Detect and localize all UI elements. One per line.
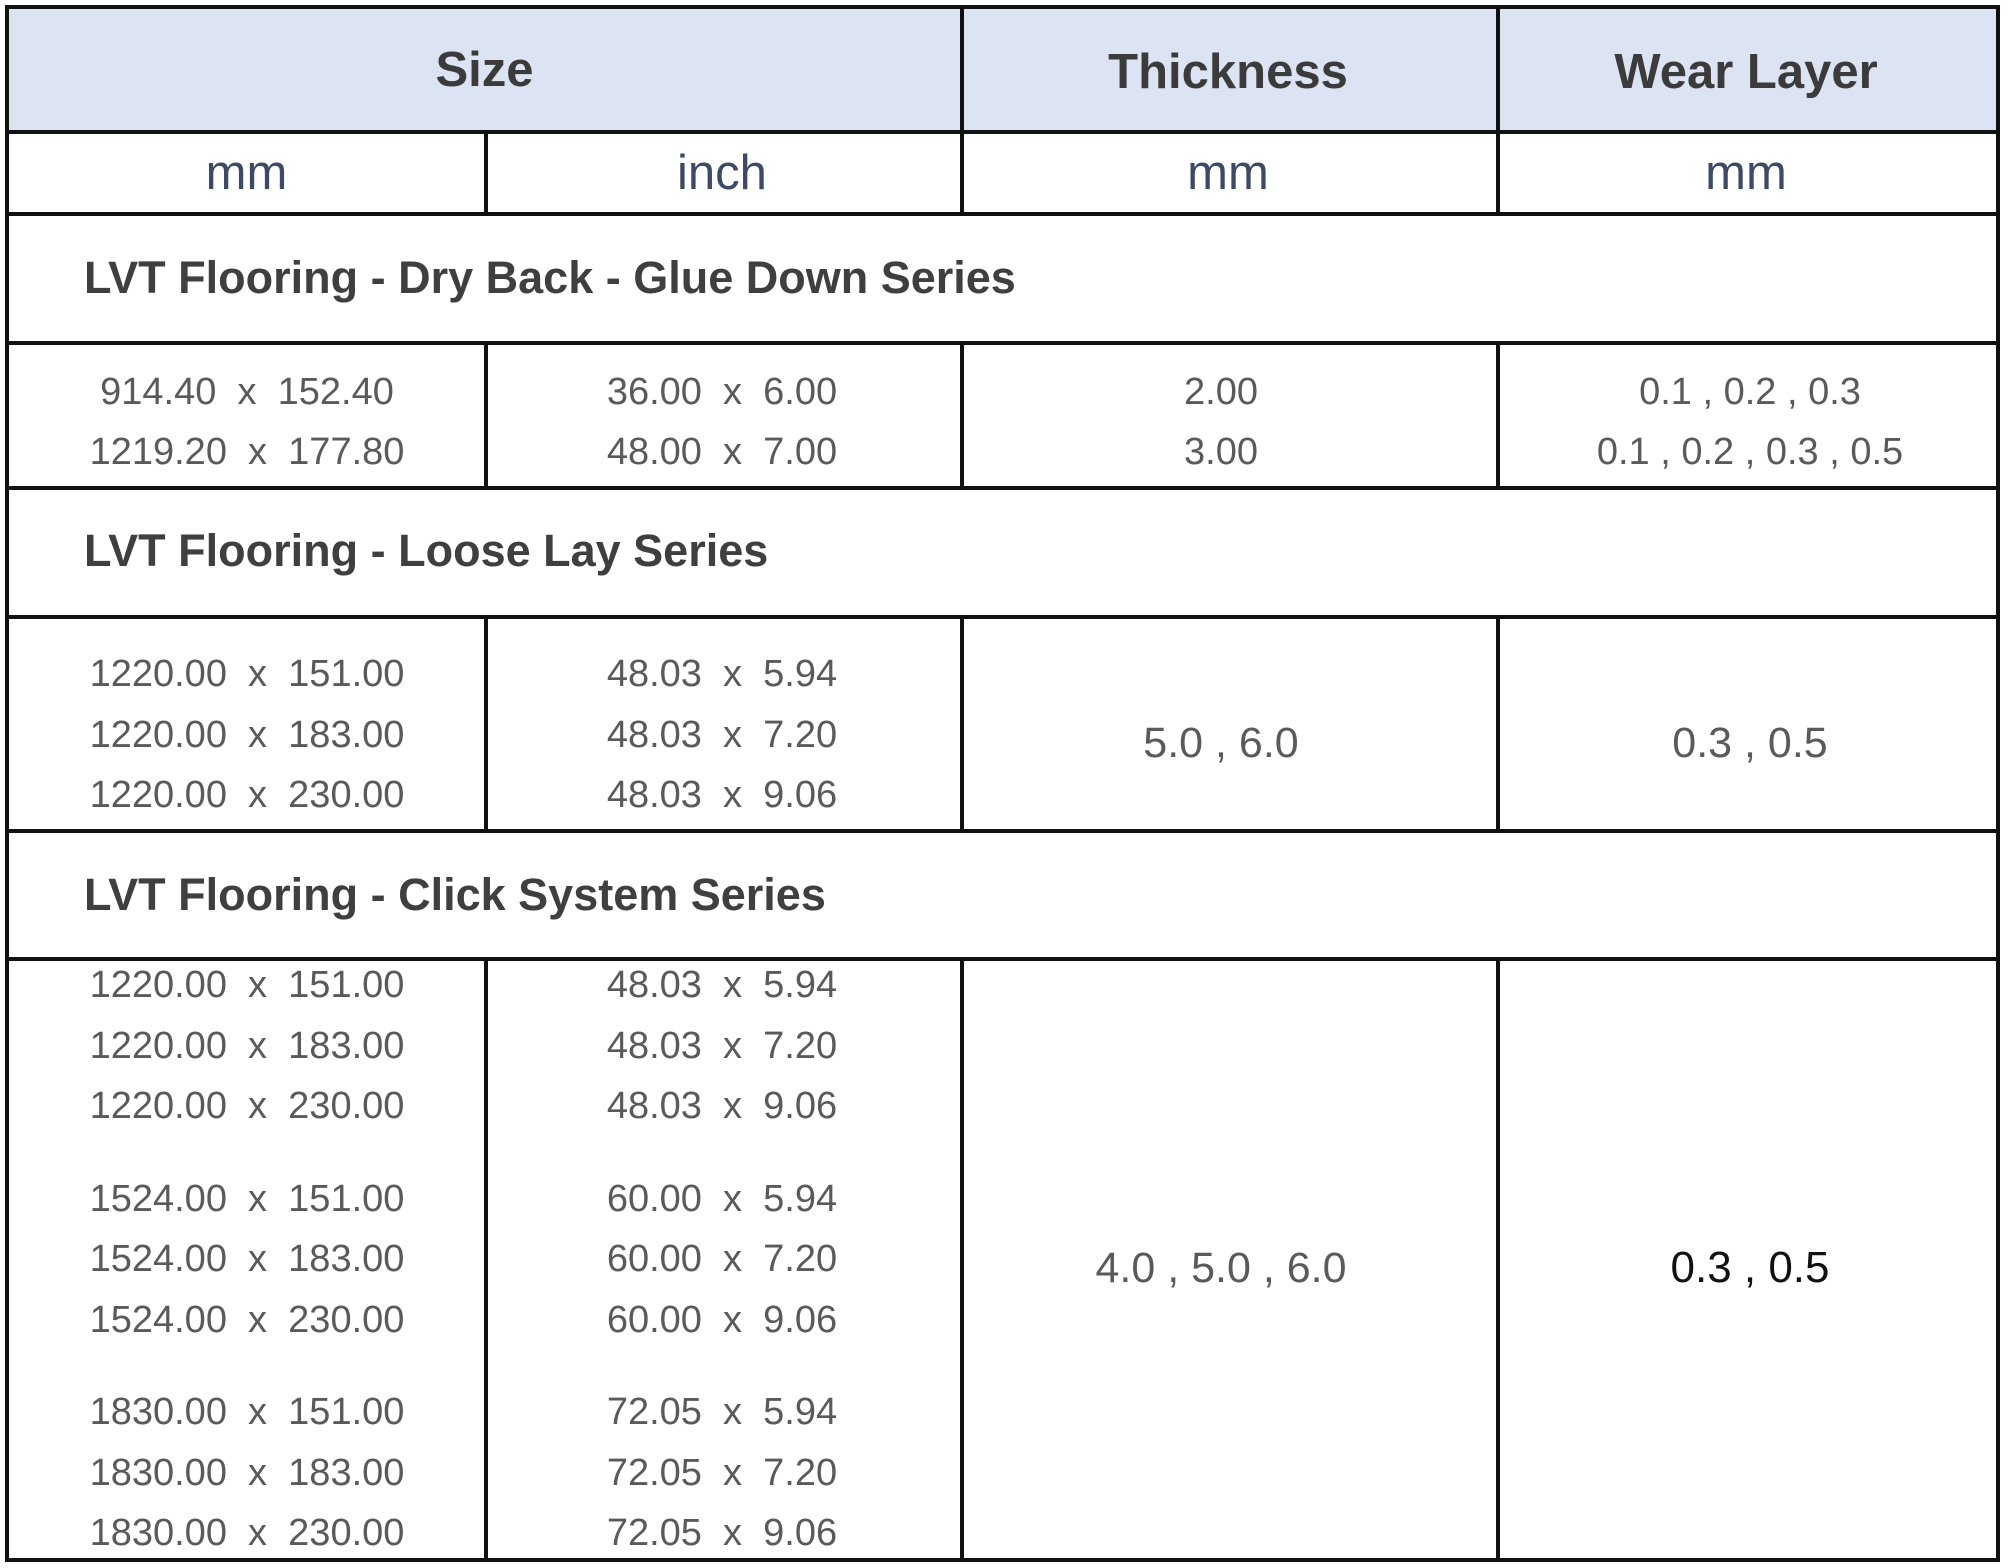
size-inch-value: 48.03 x 7.20 bbox=[606, 714, 838, 756]
size-mm-value: 1524.00 x 183.00 bbox=[89, 1238, 405, 1280]
size-inch-value: 48.03 x 7.20 bbox=[606, 1025, 838, 1067]
unit-thickness-mm: mm bbox=[1187, 146, 1269, 200]
wear-layer-value: 0.3 , 0.5 bbox=[1672, 719, 1828, 767]
column-divider bbox=[960, 9, 964, 216]
column-divider bbox=[1496, 9, 1500, 216]
size-mm-value: 1220.00 x 183.00 bbox=[89, 714, 405, 756]
size-inch-value: 72.05 x 5.94 bbox=[606, 1391, 838, 1433]
size-mm-value: 1830.00 x 151.00 bbox=[89, 1391, 405, 1433]
size-inch-value: 48.03 x 9.06 bbox=[606, 1085, 838, 1127]
size-inch-value: 48.03 x 5.94 bbox=[606, 653, 838, 695]
size-mm-value: 1524.00 x 230.00 bbox=[89, 1299, 405, 1341]
row-divider bbox=[9, 130, 1996, 134]
column-divider bbox=[484, 130, 488, 216]
header-size: Size bbox=[435, 42, 534, 97]
size-mm-value: 1219.20 x 177.80 bbox=[89, 431, 405, 473]
size-inch-value: 60.00 x 9.06 bbox=[606, 1299, 838, 1341]
column-divider bbox=[960, 341, 964, 490]
thickness-value: 3.00 bbox=[1184, 431, 1258, 473]
row-divider bbox=[9, 615, 1996, 619]
unit-size-inch: inch bbox=[677, 146, 767, 200]
thickness-value: 4.0 , 5.0 , 6.0 bbox=[1095, 1244, 1347, 1292]
column-divider bbox=[1496, 341, 1500, 490]
size-inch-value: 48.00 x 7.00 bbox=[606, 431, 838, 473]
size-mm-value: 1220.00 x 151.00 bbox=[89, 964, 405, 1006]
flooring-spec-table: Size Thickness Wear Layer mm inch mm mm … bbox=[5, 5, 2000, 1562]
column-divider bbox=[960, 957, 964, 1558]
size-inch-value: 36.00 x 6.00 bbox=[606, 371, 838, 413]
size-inch-value: 48.03 x 5.94 bbox=[606, 964, 838, 1006]
size-mm-value: 1220.00 x 151.00 bbox=[89, 653, 405, 695]
size-inch-value: 60.00 x 7.20 bbox=[606, 1238, 838, 1280]
row-divider bbox=[9, 829, 1996, 833]
wear-layer-value: 0.3 , 0.5 bbox=[1670, 1243, 1830, 1292]
size-inch-value: 72.05 x 9.06 bbox=[606, 1512, 838, 1554]
column-divider bbox=[484, 341, 488, 490]
size-mm-value: 1830.00 x 183.00 bbox=[89, 1452, 405, 1494]
unit-size-mm: mm bbox=[205, 146, 288, 200]
column-divider bbox=[1496, 615, 1500, 833]
row-divider bbox=[9, 341, 1996, 345]
header-thickness: Thickness bbox=[1108, 44, 1348, 99]
size-inch-value: 60.00 x 5.94 bbox=[606, 1178, 838, 1220]
series-title-click-system: LVT Flooring - Click System Series bbox=[84, 869, 826, 920]
series-title-loose-lay: LVT Flooring - Loose Lay Series bbox=[84, 525, 769, 576]
thickness-value: 5.0 , 6.0 bbox=[1143, 719, 1299, 767]
size-mm-value: 1220.00 x 183.00 bbox=[89, 1025, 405, 1067]
size-inch-value: 72.05 x 7.20 bbox=[606, 1452, 838, 1494]
size-mm-value: 914.40 x 152.40 bbox=[100, 371, 394, 413]
size-mm-value: 1220.00 x 230.00 bbox=[89, 774, 405, 816]
size-inch-value: 48.03 x 9.06 bbox=[606, 774, 838, 816]
row-divider bbox=[9, 212, 1996, 216]
header-wear-layer: Wear Layer bbox=[1614, 44, 1878, 99]
row-divider bbox=[9, 486, 1996, 490]
row-divider bbox=[9, 957, 1996, 961]
wear-layer-value: 0.1 , 0.2 , 0.3 , 0.5 bbox=[1596, 431, 1904, 473]
column-divider bbox=[960, 615, 964, 833]
column-divider bbox=[484, 957, 488, 1558]
series-title-dry-back: LVT Flooring - Dry Back - Glue Down Seri… bbox=[84, 252, 1016, 303]
size-mm-value: 1830.00 x 230.00 bbox=[89, 1512, 405, 1554]
size-mm-value: 1524.00 x 151.00 bbox=[89, 1178, 405, 1220]
size-mm-value: 1220.00 x 230.00 bbox=[89, 1085, 405, 1127]
column-divider bbox=[1496, 957, 1500, 1558]
thickness-value: 2.00 bbox=[1184, 371, 1258, 413]
wear-layer-value: 0.1 , 0.2 , 0.3 bbox=[1639, 371, 1861, 413]
column-divider bbox=[484, 615, 488, 833]
unit-wear-mm: mm bbox=[1705, 146, 1787, 200]
